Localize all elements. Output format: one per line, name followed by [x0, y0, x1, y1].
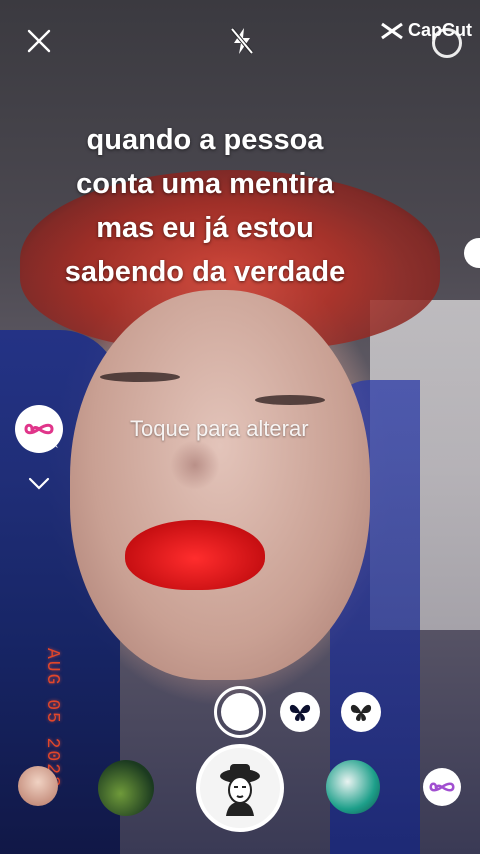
photo-mode-inner [221, 693, 259, 731]
caption-text[interactable]: quando a pessoa conta uma mentira mas eu… [0, 118, 410, 294]
butterfly-icon [350, 704, 372, 721]
camera-preview[interactable]: CapCut quando a pessoa conta uma mentira… [0, 0, 480, 854]
butterfly-effect-1[interactable] [280, 692, 320, 732]
infinity-icon [429, 782, 455, 792]
capcut-mark-icon [381, 22, 403, 39]
caption-line: conta uma mentira [76, 168, 334, 200]
effect-infinity-thumbnail[interactable] [423, 768, 461, 806]
capcut-logo: CapCut [380, 20, 472, 41]
right-eye [255, 395, 325, 405]
nose [170, 440, 220, 490]
effect-thumbnail-teal[interactable] [326, 760, 380, 814]
chevron-down-icon[interactable] [28, 472, 50, 494]
butterfly-icon [289, 704, 311, 721]
caption-line: mas eu já estou [96, 212, 314, 244]
remove-effect-icon[interactable]: × [52, 440, 58, 452]
side-slider-handle[interactable] [464, 238, 480, 268]
record-button[interactable] [196, 744, 284, 832]
lips [125, 520, 265, 590]
face [70, 290, 370, 680]
infinity-icon [24, 423, 54, 435]
brand-name: CapCut [408, 20, 472, 40]
photo-mode-button[interactable] [214, 686, 266, 738]
left-eye [100, 372, 180, 382]
portrait-effect-icon [220, 764, 260, 816]
tap-to-change-hint[interactable]: Toque para alterar [130, 416, 360, 442]
caption-line: quando a pessoa [86, 124, 324, 156]
effect-thumbnail-face[interactable] [18, 766, 58, 806]
flash-off-icon[interactable] [228, 26, 256, 56]
close-icon[interactable] [26, 28, 52, 54]
caption-line: sabendo da verdade [64, 256, 346, 288]
effect-thumbnail-plant[interactable] [98, 760, 154, 816]
butterfly-effect-2[interactable] [341, 692, 381, 732]
